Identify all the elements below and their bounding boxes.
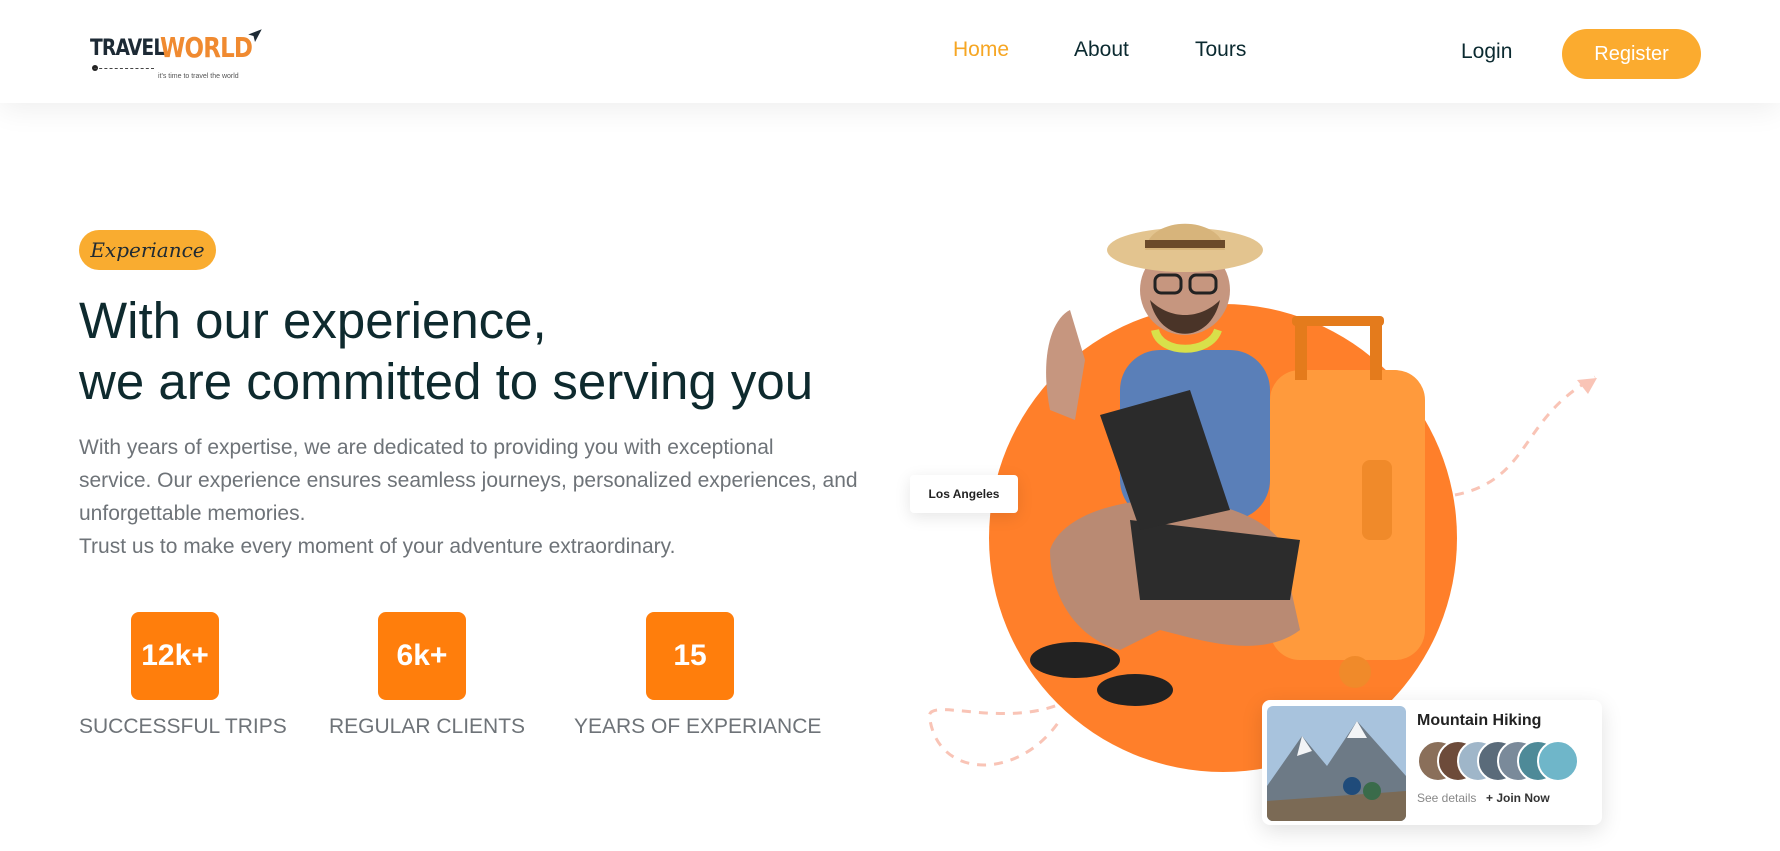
mountain-photo [1267, 706, 1406, 821]
hero-image-area: Los Angeles Mountain Hiking See details … [900, 220, 1660, 840]
stat-value: 12k+ [131, 612, 219, 700]
avatar [1537, 740, 1579, 782]
login-link[interactable]: Login [1461, 40, 1512, 64]
stat-value: 15 [646, 612, 734, 700]
hero-title-line: we are committed to serving you [79, 353, 814, 410]
stat-value: 6k+ [378, 612, 466, 700]
tour-title: Mountain Hiking [1417, 712, 1542, 729]
hero-description-line: With years of expertise, we are dedicate… [79, 436, 774, 459]
stat-label: YEARS OF EXPERIANCE [574, 715, 822, 738]
nav-tours[interactable]: Tours [1195, 38, 1246, 62]
logo-tagline: it's time to travel the world [158, 73, 239, 80]
register-button[interactable]: Register [1562, 29, 1701, 79]
hero-description-line: service. Our experience ensures seamless… [79, 469, 858, 492]
hero-description-line: Trust us to make every moment of your ad… [79, 535, 676, 558]
stat-label: REGULAR CLIENTS [329, 715, 526, 738]
see-details-link[interactable]: See details [1417, 791, 1476, 805]
nav-about[interactable]: About [1074, 38, 1129, 62]
brand-logo[interactable]: TRAVEL WORLD it's time to travel the wor… [90, 29, 270, 86]
join-now-link[interactable]: + Join Now [1486, 791, 1550, 805]
nav-home[interactable]: Home [953, 38, 1009, 62]
hero-subtitle-badge: Experiance [79, 230, 216, 270]
airplane-icon [248, 29, 262, 42]
logo-text-travel: TRAVEL [90, 36, 165, 61]
hero-description-line: unforgettable memories. [79, 502, 306, 525]
hero-title-line: With our experience, [79, 292, 547, 349]
participant-avatars [1417, 740, 1579, 782]
logo-text-world: WORLD [160, 31, 253, 64]
stat-label: SUCCESSFUL TRIPS [79, 715, 287, 738]
hero-description: With years of expertise, we are dedicate… [79, 431, 879, 563]
hero-title: With our experience, we are committed to… [79, 290, 899, 412]
tour-card[interactable]: Mountain Hiking See details + Join Now [1262, 700, 1602, 825]
site-header: TRAVEL WORLD it's time to travel the wor… [0, 0, 1780, 103]
location-card: Los Angeles [910, 475, 1018, 513]
logo-dashed-path [94, 68, 154, 69]
